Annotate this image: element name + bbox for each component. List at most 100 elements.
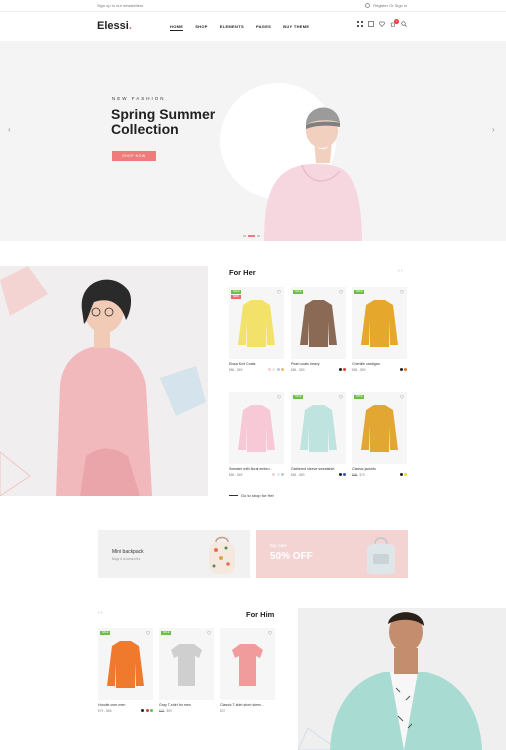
product-name[interactable]: Classic T-shirt short sleev... (220, 703, 275, 707)
color-swatch[interactable] (281, 473, 284, 476)
product-card[interactable]: SALE Gathered sleeve sweatshirt $86 - $89 (291, 392, 346, 477)
sale-badge: SALE (161, 631, 172, 635)
color-swatch[interactable] (150, 709, 153, 712)
search-icon[interactable] (401, 21, 407, 27)
for-her-title: For Her (229, 268, 256, 277)
header-icons: 0 (357, 19, 407, 27)
product-name[interactable]: Pearl coats heavy (291, 362, 346, 366)
color-swatch[interactable] (404, 473, 407, 476)
color-swatch[interactable] (272, 473, 275, 476)
color-swatch[interactable] (272, 368, 275, 371)
account-area: Register Or Sign in (365, 3, 407, 8)
product-image (300, 405, 337, 452)
color-swatch[interactable] (399, 368, 403, 371)
for-her-banner-image (0, 266, 208, 496)
wishlist-heart-icon[interactable] (400, 395, 404, 399)
color-swatch[interactable] (343, 368, 346, 371)
nav-home[interactable]: HOME (170, 24, 184, 31)
go-to-shop-her-link[interactable]: Go to shop for Her (241, 493, 274, 498)
product-image-box[interactable] (220, 628, 275, 700)
wishlist-heart-icon[interactable] (339, 395, 343, 399)
product-image-box[interactable] (229, 392, 284, 464)
for-him-banner-image (298, 608, 506, 750)
product-price: $99 $79 (352, 473, 365, 477)
logo[interactable]: Elessi. (97, 20, 132, 32)
color-swatch[interactable] (404, 368, 407, 371)
product-image-box[interactable]: SALE (159, 628, 214, 700)
hero-dot[interactable] (243, 235, 246, 237)
color-swatch[interactable] (281, 368, 284, 371)
color-swatch[interactable] (338, 368, 342, 371)
product-card[interactable]: SALE NEW Eissa Knit Coats $86 - $89 (229, 287, 284, 372)
wishlist-heart-icon[interactable] (268, 631, 272, 635)
product-image-box[interactable]: SALE (291, 392, 346, 464)
color-swatch[interactable] (276, 473, 280, 476)
product-image-box[interactable]: SALE (291, 287, 346, 359)
wishlist-heart-icon[interactable] (277, 395, 281, 399)
color-swatch[interactable] (145, 709, 149, 712)
shop-now-button[interactable]: SHOP NOW (112, 151, 156, 161)
color-swatch[interactable] (338, 473, 342, 476)
product-card[interactable]: SALE Classic jackets $99 $79 (352, 392, 407, 477)
hero-dot[interactable] (257, 235, 260, 237)
header: Elessi. HOME SHOP ELEMENTS PAGES BUY THE… (0, 12, 506, 40)
mini-backpack-banner[interactable]: Mini backpack Bags & Accessories (98, 530, 250, 578)
nav-buy-theme[interactable]: BUY THEME (283, 24, 309, 31)
product-meta: $86 - $89 (229, 368, 284, 372)
wishlist-heart-icon[interactable] (339, 290, 343, 294)
product-name[interactable]: Hoodie over men (98, 703, 153, 707)
color-swatch[interactable] (399, 473, 403, 476)
product-name[interactable]: Classic jackets (352, 467, 407, 471)
big-sale-banner[interactable]: Big Sale 50% OFF (256, 530, 408, 578)
cart-icon[interactable]: 0 (390, 19, 399, 27)
newsletter-link[interactable]: Sign up to our newsletters (97, 3, 143, 8)
product-image-box[interactable]: SALE (352, 287, 407, 359)
product-image-box[interactable]: SALE (98, 628, 153, 700)
color-swatches (267, 368, 284, 372)
product-name[interactable]: Gathered sleeve sweatshirt (291, 467, 346, 471)
color-swatch[interactable] (141, 709, 144, 712)
wishlist-heart-icon[interactable] (277, 290, 281, 294)
hero-next-arrow[interactable]: › (492, 125, 495, 134)
for-her-pager[interactable]: ‹ › (398, 268, 403, 274)
wishlist-heart-icon[interactable] (207, 631, 211, 635)
product-image-box[interactable]: SALE NEW (229, 287, 284, 359)
product-name[interactable]: Eissa Knit Coats (229, 362, 284, 366)
hero-prev-arrow[interactable]: ‹ (8, 125, 11, 134)
for-him-pager[interactable]: ‹ › (98, 610, 103, 616)
grid-icon[interactable] (357, 21, 363, 27)
nav-elements[interactable]: ELEMENTS (220, 24, 244, 31)
product-card[interactable]: SALE Hoodie over men $79 - $86 (98, 628, 153, 713)
product-card[interactable]: Classic T-shirt short sleev... $37 (220, 628, 275, 713)
wishlist-heart-icon[interactable] (400, 290, 404, 294)
product-image (171, 644, 202, 686)
product-image-box[interactable]: SALE (352, 392, 407, 464)
wishlist-icon[interactable] (379, 21, 385, 27)
color-swatch[interactable] (343, 473, 346, 476)
wishlist-heart-icon[interactable] (146, 631, 150, 635)
nav-shop[interactable]: SHOP (195, 24, 208, 31)
color-swatch[interactable] (276, 368, 280, 371)
sale-title: 50% OFF (270, 551, 313, 562)
product-card[interactable]: SALE Chenille cardigan $86 - $89 (352, 287, 407, 372)
color-swatch[interactable] (267, 368, 271, 371)
product-card[interactable]: Sweater with floral embro... $86 - $89 (229, 392, 284, 477)
product-name[interactable]: Gray T-shirt for men (159, 703, 214, 707)
register-link[interactable]: Register Or Sign in (373, 3, 407, 8)
sale-badge: SALE (354, 290, 365, 294)
hero-kicker: NEW FASHION (112, 96, 166, 101)
product-name[interactable]: Chenille cardigan (352, 362, 407, 366)
nav-pages[interactable]: PAGES (256, 24, 271, 31)
bag-image (367, 537, 395, 575)
compare-icon[interactable] (368, 21, 374, 27)
current-price: $86 - $89 (291, 368, 305, 372)
hero-model-image (264, 107, 362, 241)
product-name[interactable]: Sweater with floral embro... (229, 467, 284, 471)
product-card[interactable]: SALE Pearl coats heavy $86 - $89 (291, 287, 346, 372)
product-price: $37 (220, 709, 225, 713)
banner-subtitle: Bags & Accessories (112, 557, 141, 561)
sale-badge: SALE (293, 290, 304, 294)
hero-dot-active[interactable] (248, 235, 255, 237)
product-card[interactable]: SALE Gray T-shirt for men $79 $59 (159, 628, 214, 713)
product-image (232, 644, 263, 686)
